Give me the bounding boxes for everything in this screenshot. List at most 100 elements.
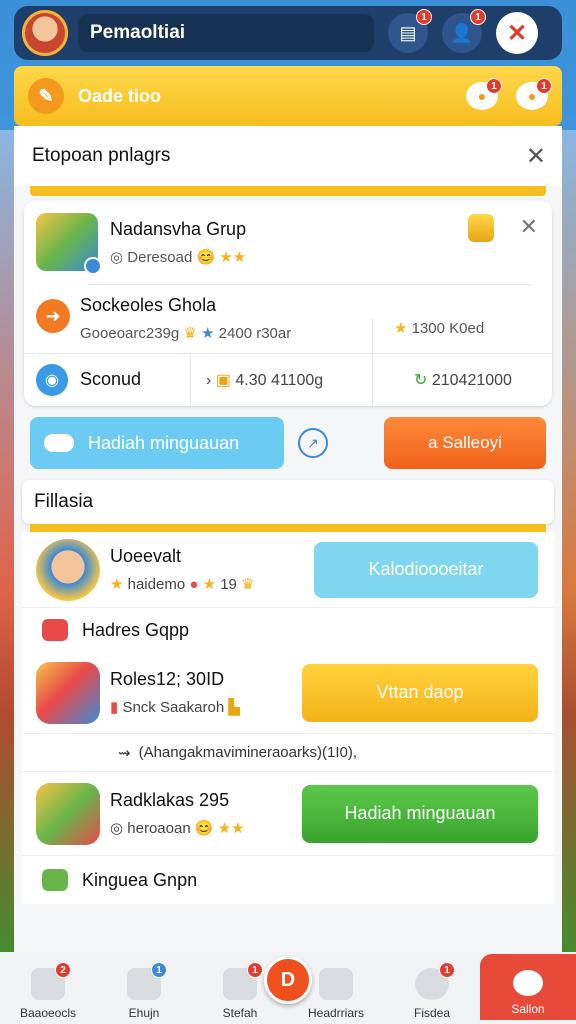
group-label-text: Kinguea Gnpn [82,869,198,890]
nav-badge: 2 [55,962,71,978]
weekly-reward-label: Hadiah minguauan [88,432,240,453]
chat-badge: 1 [486,78,502,94]
background-scenery-right [562,130,576,964]
item-subtitle: ▮ Snck Saakaroh ▙ [110,699,240,716]
coin-icon: ▣ [215,371,231,389]
group-thumbnail [36,782,100,845]
nav-badge: 1 [151,962,167,978]
pencil-icon: 1 [223,962,263,1000]
divider [372,354,373,406]
trophy-icon: ♛ [241,576,255,593]
refresh-icon: ↻ [414,371,428,389]
flag-icon: ▮ [110,699,119,716]
nav-label: Fisdea [413,1006,451,1020]
hint-label: (Ahangakmavimineraoarks)(1I0), [138,744,357,761]
castle-icon: ▙ [228,699,240,716]
sound-icon[interactable]: ◉ [36,363,68,396]
filter-accent-strip [30,524,546,532]
divider [372,319,373,353]
divider [190,354,191,406]
dismiss-group-icon[interactable]: ✕ [520,214,538,240]
action-row: Hadiah minguauan ↗ a Salleoyi [14,406,562,480]
player-avatar [36,538,100,601]
tasks-icon[interactable]: ▤ 1 [388,9,432,53]
group-thumbnail [36,213,102,275]
star-icon: ★ [394,320,408,337]
stars-icon: ★★ [217,820,245,837]
item-action-button[interactable]: Vttan daop [302,663,538,722]
edit-icon[interactable]: ✎ [28,78,64,114]
group-label: Kinguea Gnpn [22,856,554,904]
friends-badge: 1 [470,9,486,25]
leaderboard-icon [319,968,353,1000]
weekly-reward-button[interactable]: Hadiah minguauan [30,417,284,469]
section-title: Etopoan pnlagrs [32,145,171,166]
nav-label: Sallon [511,1002,545,1016]
friends-icon[interactable]: 👤 1 [442,9,486,53]
trophy-icon: ♛ [183,325,197,342]
nav-badge: 1 [439,962,455,978]
hint-text: ⇝ (Ahangakmavimineraoarks)(1I0), [22,734,554,772]
center-action-button[interactable]: D [264,956,312,1004]
nav-label: Ehujn [128,1006,160,1020]
group-name: Nadansvha Grup [110,218,247,239]
profile-avatar[interactable] [22,10,68,56]
nav-item-chat[interactable]: 1 Ehujn [96,962,192,1020]
group-label-text: Hadres Gqpp [82,619,190,640]
list-item: Uoeevalt ★ haidemo ● ★ 19 ♛ Kalodioooeit… [22,532,554,608]
background-scenery-left [0,130,14,964]
cloud-icon [513,970,543,996]
close-section-icon[interactable]: ✕ [526,142,546,171]
chat-bubble-icon[interactable]: ● 1 [466,78,502,110]
emoji-icon: ● [189,576,199,593]
gauge-icon: 1 [415,962,455,1000]
arrow-icon: ⇝ [118,744,131,762]
row-name: Sockeoles Ghola [80,295,217,315]
item-name: Uoeevalt [110,546,182,566]
page-title: Pemaoltiai [78,14,374,52]
item-action-button[interactable]: Kalodioooeitar [314,541,538,598]
sound-right-value: ↻ 210421000 [414,371,512,389]
item-name: Roles12; 30ID [110,669,225,689]
row-subtitle: Gooeoarc239g ♛ ★ 2400 r30ar [80,325,292,342]
star-icon: ★ [201,325,215,342]
cloud-icon [44,434,74,452]
nav-item-profile[interactable]: 2 Baaoeocls [0,962,96,1020]
flower-icon [42,619,68,641]
play-icon[interactable]: ➜ [36,299,70,333]
star-icon: ★ [110,576,124,593]
close-icon[interactable]: ✕ [496,12,538,54]
header-label: Oade tioo [78,85,162,106]
sound-label: Sconud [80,369,142,389]
section-accent-strip [30,186,546,196]
nav-label: Baaoeocls [19,1006,77,1020]
bottom-navigation: 2 Baaoeocls 1 Ehujn 1 Stefah Headrriars … [0,952,576,1024]
list-item: Radklakas 295 ◎ heroaoan 😊 ★★ Hadiah min… [22,772,554,856]
nav-item-stats[interactable]: 1 Fisdea [384,962,480,1020]
link-icon[interactable]: ↗ [298,428,328,458]
nav-label: Headrriars [307,1006,364,1020]
group-subtitle: ◎ Deresoad 😊 ★★ [110,248,247,266]
nav-label: Stefah [222,1006,258,1020]
notification-bubble-icon[interactable]: ● 1 [516,78,552,110]
filter-header: Fillasia [22,480,554,524]
profile-icon: 2 [31,962,71,1000]
select-button[interactable]: a Salleoyi [384,417,546,469]
item-name: Radklakas 295 [110,790,230,810]
puzzle-icon [42,869,68,891]
nav-badge: 1 [247,962,263,978]
item-action-label: Kalodioooeitar [368,559,484,579]
item-action-button[interactable]: Hadiah minguauan [302,784,538,843]
group-badge-icon [84,257,102,275]
select-label: a Salleoyi [428,433,502,452]
notification-badge: 1 [536,78,552,94]
list-item: Roles12; 30ID ▮ Snck Saakaroh ▙ Vttan da… [22,652,554,734]
nav-item-salon[interactable]: Sallon [480,954,576,1020]
item-subtitle: ◎ heroaoan 😊 ★★ [110,820,245,837]
item-action-label: Hadiah minguauan [344,803,496,823]
item-subtitle: ★ haidemo ● ★ 19 ♛ [110,576,255,593]
group-list: Uoeevalt ★ haidemo ● ★ 19 ♛ Kalodioooeit… [22,532,554,904]
chat-icon: 1 [127,962,167,1000]
emoji-icon: 😊 [196,248,216,266]
coin-icon [468,214,494,242]
